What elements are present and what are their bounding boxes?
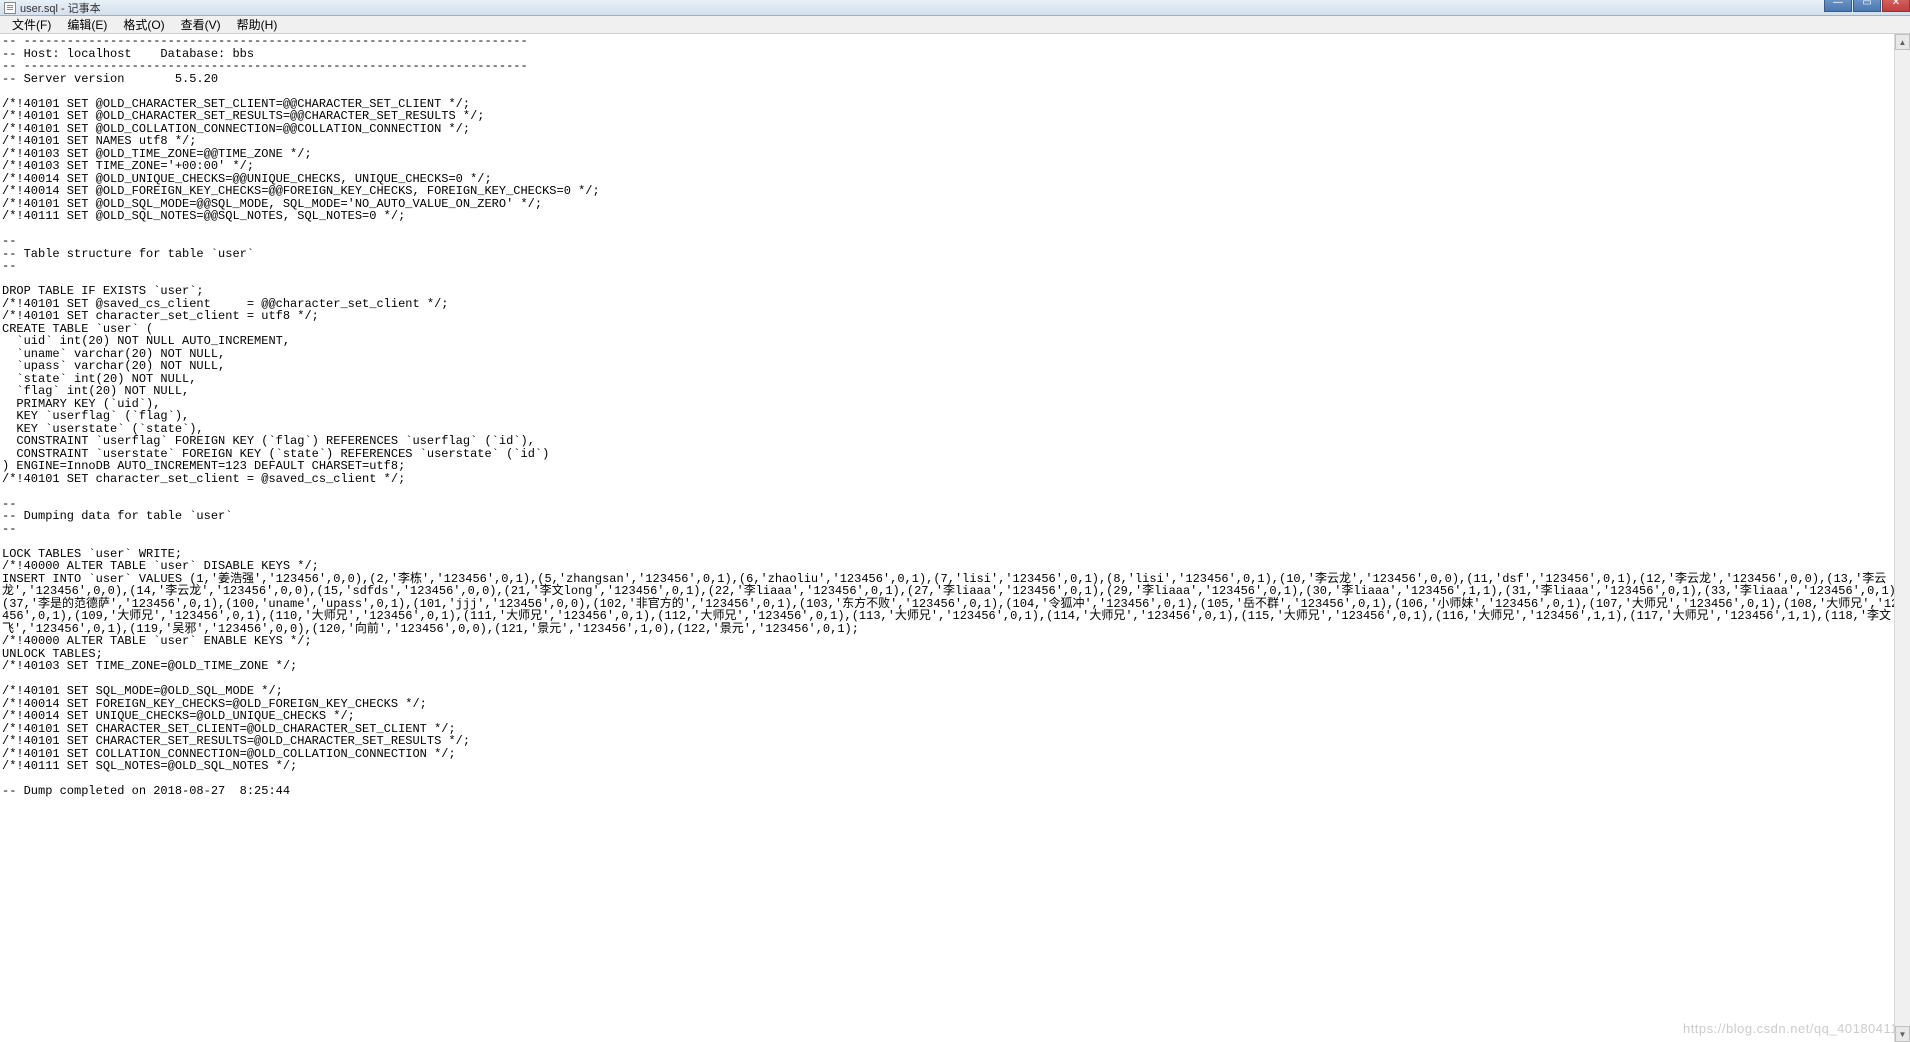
menubar: 文件(F) 编辑(E) 格式(O) 查看(V) 帮助(H): [0, 16, 1910, 34]
window-title: user.sql - 记事本: [20, 0, 101, 16]
menu-edit[interactable]: 编辑(E): [59, 15, 115, 34]
scroll-up-icon[interactable]: ▲: [1895, 34, 1910, 50]
menu-view[interactable]: 查看(V): [173, 15, 229, 34]
titlebar[interactable]: user.sql - 记事本 — ▭ ✕: [0, 0, 1910, 16]
scroll-track[interactable]: [1895, 50, 1910, 1026]
maximize-button[interactable]: ▭: [1853, 0, 1881, 12]
document-icon: [4, 2, 16, 14]
window-controls: — ▭ ✕: [1823, 0, 1910, 12]
menu-help[interactable]: 帮助(H): [229, 15, 286, 34]
close-button[interactable]: ✕: [1882, 0, 1910, 12]
menu-file[interactable]: 文件(F): [4, 15, 59, 34]
watermark-text: https://blog.csdn.net/qq_40180411: [1683, 1021, 1898, 1036]
text-area[interactable]: -- -------------------------------------…: [0, 34, 1910, 1042]
vertical-scrollbar[interactable]: ▲ ▼: [1894, 34, 1910, 1042]
menu-format[interactable]: 格式(O): [115, 15, 172, 34]
minimize-button[interactable]: —: [1824, 0, 1852, 12]
